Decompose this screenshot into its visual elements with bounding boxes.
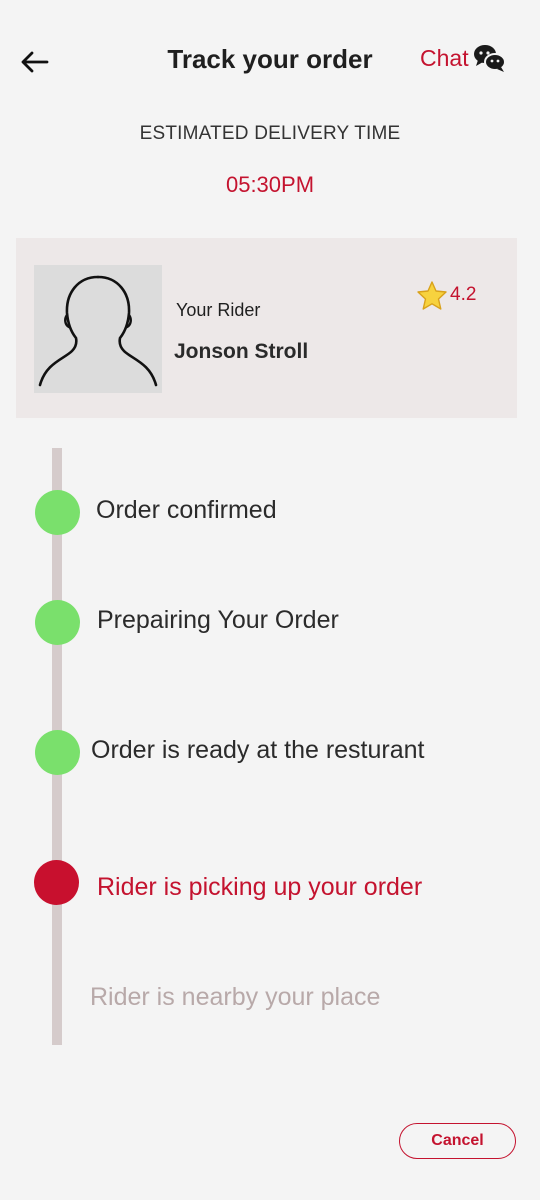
cancel-button[interactable]: Cancel (399, 1123, 516, 1159)
step-label-preparing: Prepairing Your Order (97, 606, 339, 634)
step-label-ready: Order is ready at the resturant (91, 736, 425, 764)
step-indicator-preparing (35, 600, 80, 645)
back-button[interactable] (14, 42, 54, 82)
step-label-order-confirmed: Order confirmed (96, 496, 277, 524)
chat-bubbles-icon (473, 45, 506, 72)
step-label-picking-up: Rider is picking up your order (97, 873, 423, 901)
avatar (34, 265, 162, 393)
step-indicator-ready (35, 730, 80, 775)
step-indicator-picking-up (34, 860, 79, 905)
rating-value: 4.2 (450, 284, 477, 305)
step-indicator-order-confirmed (35, 490, 80, 535)
user-silhouette-icon (38, 275, 158, 387)
chat-button[interactable]: Chat (420, 42, 507, 74)
eta-time: 05:30PM (225, 172, 315, 197)
step-label-nearby: Rider is nearby your place (90, 983, 381, 1011)
rider-subtitle: Your Rider (176, 300, 261, 320)
chat-label: Chat (420, 44, 469, 71)
rider-rating: 4.2 (416, 280, 476, 310)
eta-label: ESTIMATED DELIVERY TIME (139, 123, 401, 144)
page-title: Track your order (167, 44, 373, 74)
rider-name: Jonson Stroll (174, 340, 309, 363)
arrow-left-icon (21, 51, 49, 73)
star-icon (417, 281, 447, 310)
rider-card: Your Rider Jonson Stroll 4.2 (16, 238, 517, 418)
